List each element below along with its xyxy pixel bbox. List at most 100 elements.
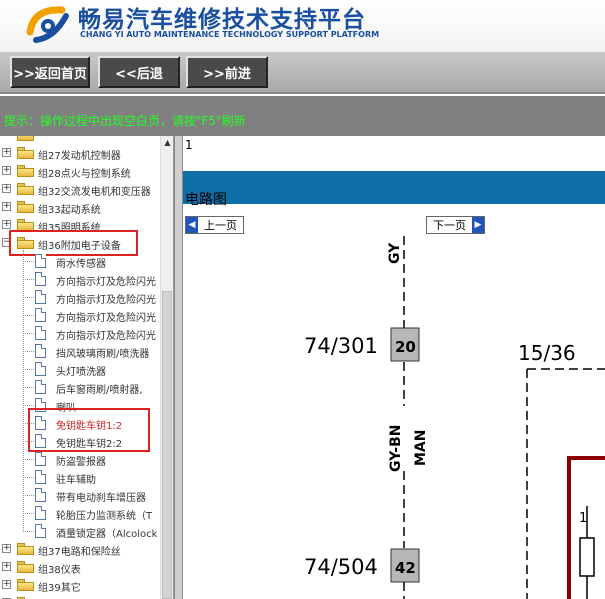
notice-bar: 提示：操作过程中出现空白页，请按"F5"刷新 <box>0 96 605 136</box>
document-icon <box>35 362 46 376</box>
highlight-box-docs <box>28 408 150 452</box>
doc-label: 带有电动刹车增压器 <box>56 493 146 504</box>
expand-icon[interactable]: + <box>2 202 11 211</box>
wire-color-label: GY-BN <box>388 425 404 472</box>
expand-icon[interactable]: + <box>2 544 11 553</box>
connector-label: 74/301 <box>304 334 378 358</box>
circuit-diagram: GY 74/301 20 GY-BN MAN 15/36 1 74/504 42 <box>304 236 605 599</box>
tree-doc-item[interactable]: 头灯喷洗器 <box>0 360 160 378</box>
brand-subtitle: CHANG YI AUTO MAINTENANCE TECHNOLOGY SUP… <box>80 30 380 39</box>
document-icon <box>35 344 46 358</box>
connector-label: 15/36 <box>518 341 576 365</box>
tree-folder-32[interactable]: + 组32交流发电机和变压器 <box>0 180 160 198</box>
fuse-symbol <box>579 537 595 577</box>
document-icon <box>35 452 46 466</box>
back-button[interactable]: <<后退 <box>98 56 180 88</box>
tree-doc-item[interactable]: 防盗警报器 <box>0 450 160 468</box>
expand-icon[interactable]: + <box>2 580 11 589</box>
tree-folder-37[interactable]: + 组37电路和保险丝 <box>0 540 160 558</box>
folder-icon <box>17 543 34 555</box>
sidebar-tree-panel: + 组27发动机控制器 + 组28点火与控制系统 + 组32交流发电机和变压器 … <box>0 136 174 599</box>
folder-icon <box>17 579 34 591</box>
tree-doc-item[interactable]: 挡风玻璃雨刷/喷洗器 <box>0 342 160 360</box>
forward-button[interactable]: >>前进 <box>186 56 268 88</box>
folder-label: 组28点火与控制系统 <box>38 169 131 180</box>
tree-doc-item[interactable]: 轮胎压力监测系统（T <box>0 504 160 522</box>
tree-doc-item[interactable]: 酒量锁定器（Alcolock <box>0 522 160 540</box>
doc-label: 方向指示灯及危险闪光 <box>56 295 156 306</box>
page-number: 1 <box>185 138 193 152</box>
doc-label: 头灯喷洗器 <box>56 367 106 378</box>
folder-icon <box>17 201 34 213</box>
next-page-label: 下一页 <box>433 219 466 232</box>
expand-icon[interactable]: + <box>2 148 11 157</box>
folder-icon <box>17 136 34 141</box>
doc-label: 防盗警报器 <box>56 457 106 468</box>
next-page-button[interactable]: 下一页 ▶ <box>426 216 485 234</box>
expand-icon[interactable]: + <box>2 562 11 571</box>
folder-icon <box>17 561 34 573</box>
document-icon <box>35 488 46 502</box>
folder-label: 组32交流发电机和变压器 <box>38 187 151 198</box>
document-icon <box>35 470 46 484</box>
toolbar: >>返回首页 <<后退 >>前进 <box>0 52 605 94</box>
tree-folder-28[interactable]: + 组28点火与控制系统 <box>0 162 160 180</box>
main-content: 1 电路图 ◀ 上一页 下一页 ▶ GY 74/301 20 GY-BN MAN… <box>183 136 605 599</box>
document-icon <box>35 380 46 394</box>
tree-doc-item[interactable]: 驻车辅助 <box>0 468 160 486</box>
prev-page-label: 上一页 <box>204 219 237 232</box>
doc-label: 挡风玻璃雨刷/喷洗器 <box>56 349 150 360</box>
folder-icon <box>17 165 34 177</box>
doc-label: 轮胎压力监测系统（T <box>56 511 153 522</box>
folder-label: 组39其它 <box>38 583 81 594</box>
folder-icon <box>17 147 34 159</box>
tree-doc-item[interactable]: 方向指示灯及危险闪光 <box>0 306 160 324</box>
section-band <box>183 171 605 204</box>
section-title: 电路图 <box>185 192 227 208</box>
tree-folder-33[interactable]: + 组33起动系统 <box>0 198 160 216</box>
tree-doc-item[interactable]: 雨水传感器 <box>0 252 160 270</box>
tree-doc-item[interactable]: 方向指示灯及危险闪光 <box>0 324 160 342</box>
doc-label: 驻车辅助 <box>56 475 96 486</box>
document-icon <box>35 254 46 268</box>
tree-doc-item[interactable]: 带有电动刹车增压器 <box>0 486 160 504</box>
scroll-up-arrow-icon[interactable]: ▲ <box>161 138 173 150</box>
folder-label: 组38仪表 <box>38 565 81 576</box>
tree-folder-38[interactable]: + 组38仪表 <box>0 558 160 576</box>
doc-label: 雨水传感器 <box>56 259 106 270</box>
home-button[interactable]: >>返回首页 <box>10 56 90 88</box>
folder-label: 组27发动机控制器 <box>38 151 121 162</box>
document-icon <box>35 308 46 322</box>
panel-divider[interactable] <box>174 136 183 599</box>
tree-doc-item[interactable]: 方向指示灯及危险闪光 <box>0 288 160 306</box>
document-icon <box>35 290 46 304</box>
prev-page-button[interactable]: ◀ 上一页 <box>185 216 244 234</box>
expand-icon[interactable]: + <box>2 184 11 193</box>
tree-folder-39[interactable]: + 组39其它 <box>0 576 160 594</box>
document-icon <box>35 326 46 340</box>
doc-label: 方向指示灯及危险闪光 <box>56 313 156 324</box>
sidebar-scrollbar[interactable]: ▲ <box>160 136 173 599</box>
scroll-thumb[interactable] <box>162 291 172 599</box>
expand-icon[interactable]: + <box>2 166 11 175</box>
folder-label: 组37电路和保险丝 <box>38 547 121 558</box>
doc-label: 方向指示灯及危险闪光 <box>56 277 156 288</box>
doc-label: 酒量锁定器（Alcolock <box>56 529 158 540</box>
right-arrow-icon: ▶ <box>472 217 484 233</box>
folder-label: 组33起动系统 <box>38 205 101 216</box>
document-icon <box>35 524 46 538</box>
wire-color-label: GY <box>387 242 403 264</box>
doc-label: 方向指示灯及危险闪光 <box>56 331 156 342</box>
tree: + 组27发动机控制器 + 组28点火与控制系统 + 组32交流发电机和变压器 … <box>0 136 160 599</box>
tree-doc-item[interactable]: 方向指示灯及危险闪光 <box>0 270 160 288</box>
connector-label: 74/504 <box>304 555 378 579</box>
wire-color-label: MAN <box>413 430 429 466</box>
expand-icon[interactable]: + <box>2 220 11 229</box>
tree-row-partial <box>0 136 160 144</box>
tree-row-partial: + <box>0 594 160 599</box>
connector-pin-number: 20 <box>395 338 416 356</box>
tree-folder-27[interactable]: + 组27发动机控制器 <box>0 144 160 162</box>
doc-label: 后车窗雨刷/喷射器, <box>56 385 143 396</box>
document-icon <box>35 272 46 286</box>
tree-doc-item[interactable]: 后车窗雨刷/喷射器, <box>0 378 160 396</box>
